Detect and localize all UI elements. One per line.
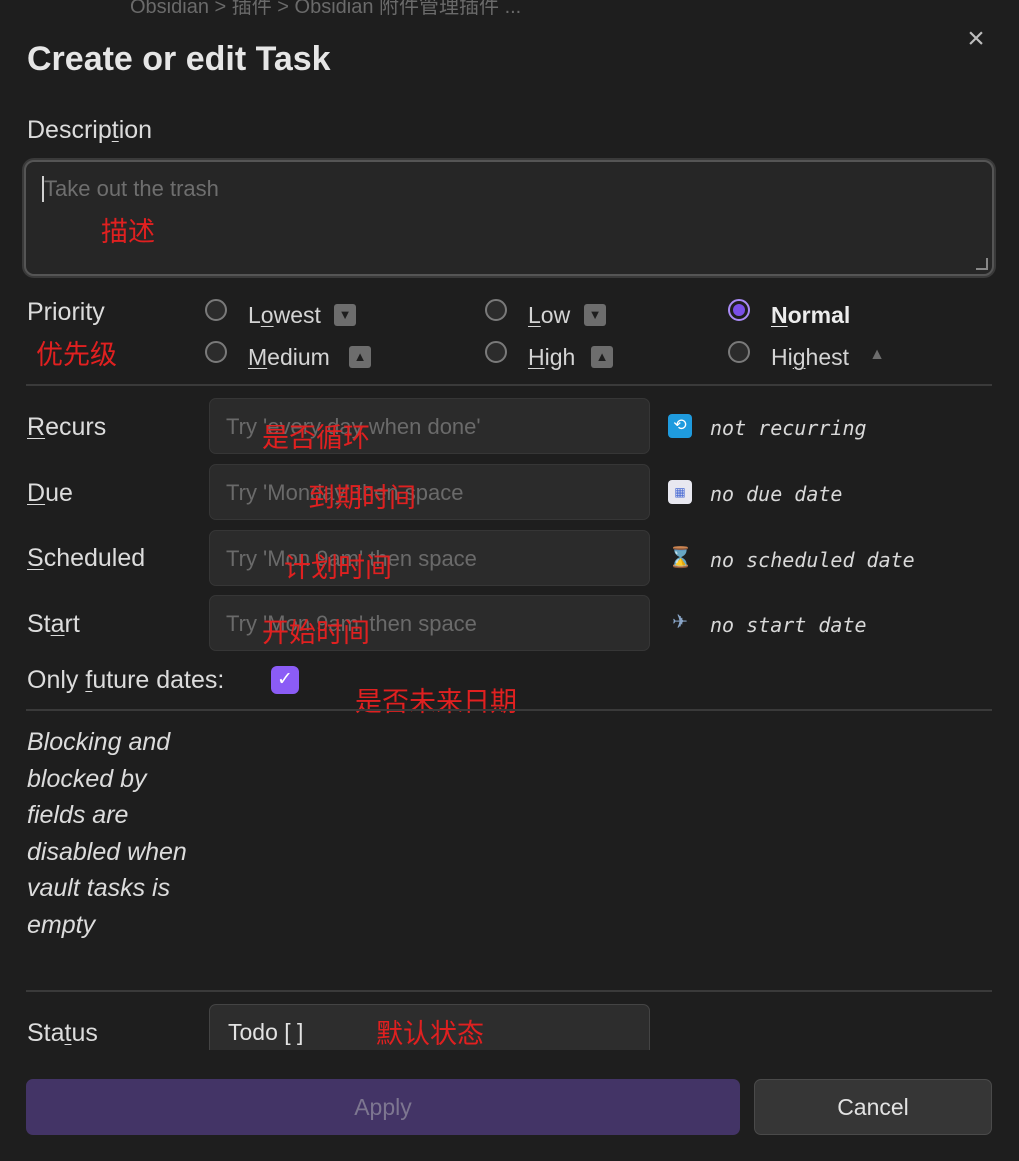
priority-radio-medium[interactable] (205, 341, 227, 363)
description-textarea[interactable]: Take out the trash (24, 160, 994, 276)
priority-label-normal: Normal (771, 302, 851, 328)
priority-radio-high[interactable] (485, 341, 507, 363)
resize-handle[interactable] (976, 258, 988, 270)
cancel-button[interactable]: Cancel (754, 1079, 992, 1135)
annotation-scheduled: 计划时间 (284, 553, 392, 583)
airplane-departure-icon: ✈ (672, 612, 688, 633)
scheduled-label: Scheduled (27, 544, 146, 572)
hourglass-icon: ⌛ (668, 547, 693, 569)
task-modal: Obsidian > 插件 > Obsidian 附件管理插件 ... × Cr… (0, 0, 1019, 1161)
priority-label-lowest: Lowest (248, 302, 321, 328)
priority-radio-low[interactable] (485, 299, 507, 321)
priority-radio-highest[interactable] (728, 341, 750, 363)
divider-blocking (26, 990, 992, 992)
calendar-icon: ▦ (668, 480, 692, 504)
status-label: Status (27, 1019, 98, 1047)
due-input[interactable]: Try 'Monday' then space (209, 464, 650, 520)
start-label: Start (27, 610, 80, 638)
annotation-only-future: 是否未来日期 (355, 687, 517, 717)
recurs-status: not recurring (710, 416, 867, 440)
divider-dates (26, 709, 992, 711)
scheduled-status: no scheduled date (710, 548, 915, 572)
highest-priority-icon: ▲ (869, 346, 885, 363)
priority-label: Priority (27, 298, 105, 326)
divider-priority (26, 384, 992, 386)
annotation-description: 描述 (101, 217, 155, 247)
status-value: Todo [ ] (228, 1019, 304, 1045)
low-priority-icon: ▼ (584, 304, 606, 326)
annotation-start: 开始时间 (262, 618, 370, 648)
only-future-label: Only future dates: (27, 666, 225, 694)
modal-title: Create or edit Task (27, 40, 331, 78)
annotation-priority: 优先级 (36, 340, 117, 370)
lowest-priority-icon: ▼ (334, 304, 356, 326)
due-status: no due date (710, 482, 843, 506)
priority-radio-normal[interactable] (728, 299, 750, 321)
repeat-icon: ⟲ (668, 414, 692, 438)
annotation-due: 到期时间 (308, 483, 416, 513)
priority-label-low: Low (528, 302, 571, 328)
due-label: Due (27, 479, 73, 507)
start-status: no start date (710, 613, 867, 637)
background-breadcrumb: Obsidian > 插件 > Obsidian 附件管理插件 ... (130, 0, 522, 18)
high-priority-icon: ▲ (591, 346, 613, 368)
scheduled-input[interactable]: Try 'Mon 9am' then space (209, 530, 650, 586)
priority-label-high: High (528, 344, 576, 370)
description-label: Description (27, 116, 153, 144)
recurs-label: Recurs (27, 413, 107, 441)
priority-label-medium: Medium (248, 344, 330, 370)
close-icon[interactable]: × (961, 24, 991, 54)
blocking-note: Blocking and blocked by fields are disab… (27, 728, 187, 939)
annotation-recurs: 是否循环 (262, 423, 370, 453)
medium-priority-icon: ▲ (349, 346, 371, 368)
annotation-status: 默认状态 (376, 1019, 484, 1049)
only-future-checkbox[interactable]: ✓ (271, 666, 299, 694)
priority-radio-lowest[interactable] (205, 299, 227, 321)
description-placeholder: Take out the trash (44, 176, 219, 201)
apply-button[interactable]: Apply (26, 1079, 740, 1135)
priority-label-highest: Highest (771, 344, 850, 370)
